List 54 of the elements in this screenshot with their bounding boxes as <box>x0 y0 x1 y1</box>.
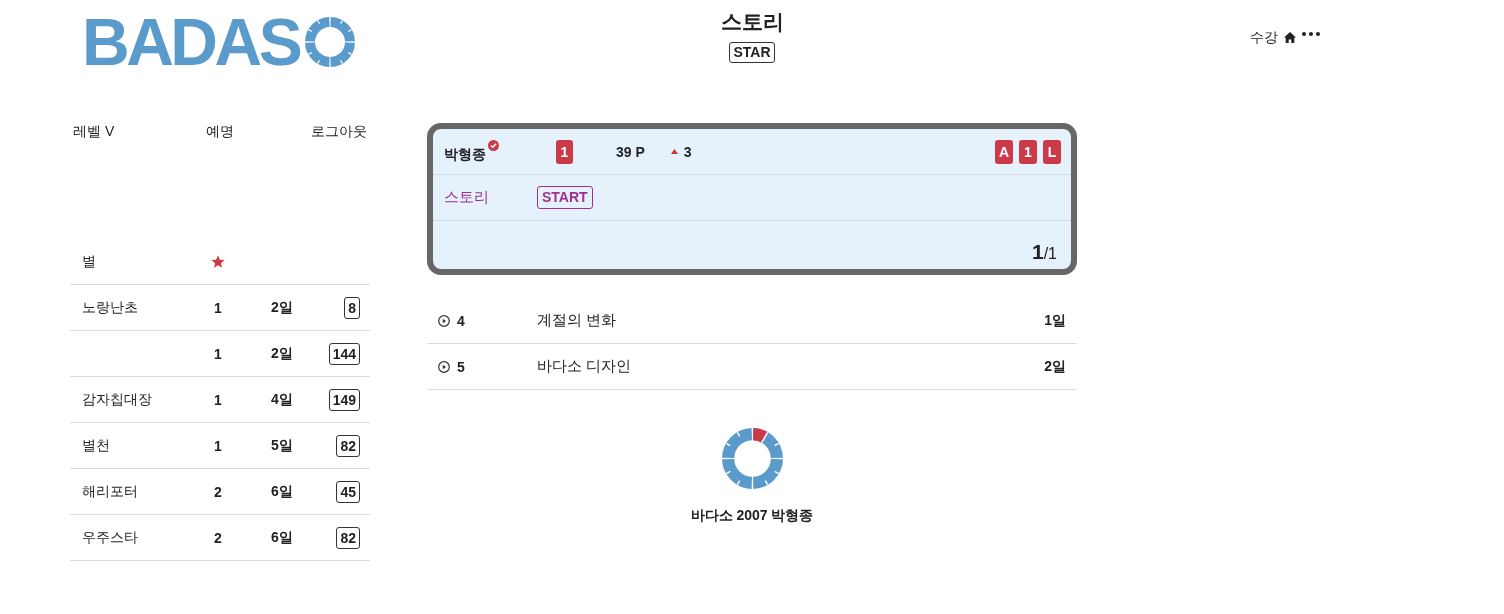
episode-title[interactable]: 바다소 디자인 <box>537 357 632 376</box>
score-badge: 149 <box>328 388 360 411</box>
play-icon[interactable] <box>438 360 450 373</box>
days-cell: 2일 <box>271 298 293 317</box>
start-badge: START <box>537 186 593 209</box>
days-cell: 2일 <box>271 344 293 363</box>
rank-badge: 1 <box>556 139 573 164</box>
episode-number: 4 <box>457 312 465 329</box>
star-icon <box>211 254 225 269</box>
nav-link[interactable]: 레벨 V <box>73 118 115 144</box>
score-badge: 82 <box>336 434 360 457</box>
tag-badge: L <box>1043 139 1061 164</box>
play-icon[interactable] <box>438 314 450 327</box>
count-cell: 2 <box>214 483 222 500</box>
name-cell: 우주스타 <box>82 528 138 547</box>
tag-badge: 1 <box>1019 139 1037 164</box>
page-counter: 1/1 <box>1031 240 1057 265</box>
page-title: 스토리 <box>720 9 784 35</box>
score-badge: 45 <box>336 480 360 503</box>
days-text: 1일 <box>1044 311 1066 330</box>
name-cell: 감자칩대장 <box>82 390 152 409</box>
count-cell: 2 <box>214 529 222 546</box>
more-icon[interactable] <box>1302 32 1320 36</box>
user-name: 박형종 <box>444 144 486 164</box>
nav-link[interactable]: 예명 <box>206 118 234 144</box>
episode-number: 5 <box>457 358 465 375</box>
name-cell: 노랑난초 <box>82 298 138 317</box>
days-cell: 6일 <box>271 528 293 547</box>
column-header: 별 <box>82 252 96 271</box>
count-cell: 1 <box>214 345 222 362</box>
score-badge: 144 <box>328 342 360 365</box>
status-badge: STAR <box>729 42 775 63</box>
tag-badge: A <box>994 139 1013 164</box>
trend-value: 3 <box>683 143 692 160</box>
days-text: 2일 <box>1044 357 1066 376</box>
count-cell: 1 <box>214 391 222 408</box>
days-cell: 4일 <box>271 390 293 409</box>
count-cell: 1 <box>214 299 222 316</box>
menu-link[interactable]: 수강 <box>1250 27 1278 47</box>
name-cell: 해리포터 <box>82 482 138 501</box>
logo-ring-icon <box>305 17 356 67</box>
nav-link[interactable]: 로그아웃 <box>311 118 367 144</box>
days-cell: 6일 <box>271 482 293 501</box>
points-text: 39 P <box>616 143 645 160</box>
home-icon[interactable] <box>1284 31 1296 43</box>
count-cell: 1 <box>214 437 222 454</box>
ring-logo-icon <box>721 428 783 489</box>
name-cell: 별천 <box>82 436 110 455</box>
story-label: 스토리 <box>444 188 489 207</box>
days-cell: 5일 <box>271 436 293 455</box>
score-badge: 8 <box>344 296 360 319</box>
footer-caption: 바다소 2007 박형종 <box>690 506 814 525</box>
score-badge: 82 <box>336 526 360 549</box>
episode-title[interactable]: 계절의 변화 <box>537 311 617 330</box>
